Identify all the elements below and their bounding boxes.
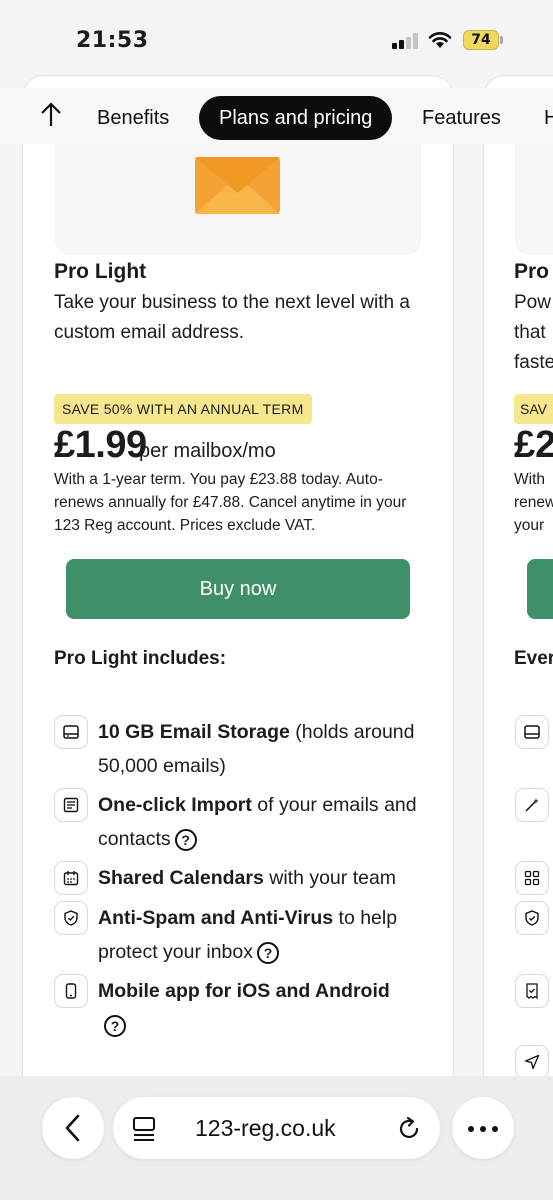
battery-icon: 74 <box>463 30 499 50</box>
tab-features[interactable]: Features <box>422 96 501 140</box>
feature-calendars: Shared Calendars with your team <box>98 861 428 895</box>
send-icon <box>515 1045 549 1079</box>
next-plan-includes-title: Ever <box>514 648 553 669</box>
back-button[interactable] <box>42 1097 104 1159</box>
tab-partial[interactable]: H <box>544 96 553 140</box>
feature-storage-title: 10 GB Email Storage <box>98 721 290 743</box>
buy-now-button[interactable]: Buy now <box>66 559 410 619</box>
signal-icon <box>392 33 420 49</box>
help-icon[interactable]: ? <box>104 1014 126 1037</box>
grid-icon <box>515 861 549 895</box>
next-plan-save-badge: SAV <box>514 394 553 424</box>
help-icon[interactable]: ? <box>257 941 280 964</box>
plan-price-unit: per mailbox/mo <box>139 440 276 462</box>
plan-name: Pro Light <box>54 260 147 283</box>
envelope-icon <box>195 157 280 214</box>
more-icon <box>468 1126 498 1132</box>
plan-terms: With a 1-year term. You pay £23.88 today… <box>54 471 407 534</box>
next-plan-terms-1: With <box>514 471 545 488</box>
next-plan-terms-3: your <box>514 517 545 534</box>
shield-icon <box>54 901 88 935</box>
chevron-left-icon <box>65 1114 80 1142</box>
help-icon[interactable]: ? <box>174 828 197 851</box>
feature-mobile-title: Mobile app for iOS and Android <box>98 980 390 1002</box>
next-plan-price: £2 <box>514 424 553 466</box>
tab-benefits[interactable]: Benefits <box>97 96 169 140</box>
save-badge: SAVE 50% WITH AN ANNUAL TERM <box>54 394 312 424</box>
next-plan-desc-3: faste <box>514 352 553 373</box>
feature-antispam-title: Anti-Spam and Anti-Virus <box>98 907 334 929</box>
feature-mobile: Mobile app for iOS and Android? <box>98 974 428 1042</box>
next-plan-desc-1: Pow <box>514 292 551 313</box>
next-plan-terms-2: renew <box>514 494 553 511</box>
next-plan-desc-2: that <box>514 322 546 343</box>
tab-plans-and-pricing[interactable]: Plans and pricing <box>199 96 393 140</box>
status-bar: 21:53 74 <box>0 0 553 80</box>
url-text[interactable]: 123-reg.co.uk <box>195 1097 336 1159</box>
address-bar[interactable]: 123-reg.co.uk <box>113 1097 440 1159</box>
feature-antispam: Anti-Spam and Anti-Virus to help protect… <box>98 901 428 969</box>
tab-overview-icon[interactable] <box>131 1115 159 1143</box>
app-screen: 21:53 74 Pro Light Take your business to… <box>0 0 553 1200</box>
more-menu-button[interactable] <box>452 1097 514 1159</box>
import-icon <box>54 788 88 822</box>
feature-storage: 10 GB Email Storage (holds around 50,000… <box>98 715 428 783</box>
feature-calendars-title: Shared Calendars <box>98 867 264 889</box>
feature-calendars-desc: with your team <box>263 867 397 889</box>
receipt-icon <box>515 974 549 1008</box>
battery-tip <box>500 36 503 44</box>
plan-description: Take your business to the next level wit… <box>54 292 410 343</box>
next-plan-name: Pro <box>514 260 550 283</box>
feature-import: One-click Import of your emails and cont… <box>98 788 428 856</box>
feature-import-title: One-click Import <box>98 794 252 816</box>
status-time: 21:53 <box>76 28 149 53</box>
section-nav: Benefits Plans and pricing Features H <box>0 88 553 144</box>
reload-icon[interactable] <box>395 1115 423 1143</box>
shield-icon <box>515 901 549 935</box>
next-plan-buy-button[interactable] <box>527 559 553 619</box>
includes-title: Pro Light includes: <box>54 648 227 669</box>
arrow-up-icon[interactable] <box>36 100 66 130</box>
wifi-icon <box>428 32 452 48</box>
plan-price: £1.99 <box>54 424 147 466</box>
storage-icon <box>54 715 88 749</box>
storage-icon <box>515 715 549 749</box>
calendar-icon <box>54 861 88 895</box>
mobile-icon <box>54 974 88 1008</box>
magic-wand-icon <box>515 788 549 822</box>
